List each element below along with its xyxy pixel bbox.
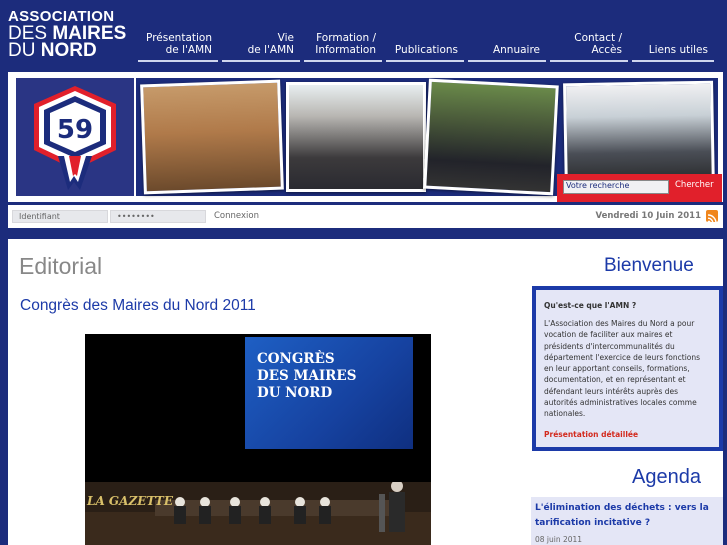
current-date: Vendredi 10 Juin 2011 [595,211,701,221]
search-input[interactable]: Votre recherche [563,180,669,194]
nav-annuaire[interactable]: Annuaire [468,28,546,62]
banner-photo-2 [286,82,426,192]
nav-vie-amn[interactable]: Vie de l'AMN [222,28,300,62]
main-nav: Présentation de l'AMN Vie de l'AMN Forma… [138,28,727,62]
rss-icon[interactable] [706,210,718,224]
site-header: ASSOCIATION DES MAIRES DU NORD Présentat… [0,0,727,72]
amn-info-box: Qu'est-ce que l'AMN ? L'Association des … [532,286,723,451]
emblem-number: 59 [57,115,93,145]
logo-line-3: DU NORD [8,40,97,61]
nav-liens-utiles[interactable]: Liens utiles [632,28,714,62]
amn-description: L'Association des Maires du Nord a pour … [544,319,701,419]
image-screen-text: CONGRÈS DES MAIRES DU NORD [257,351,357,401]
login-bar: Identifiant •••••••• Connexion Vendredi … [8,205,723,228]
search-button[interactable]: Chercher [675,180,714,190]
identifier-input[interactable]: Identifiant [12,210,108,223]
sidebar-heading-agenda: Agenda [632,466,701,488]
nav-publications[interactable]: Publications [386,28,464,62]
nav-contact[interactable]: Contact / Accès [550,28,628,62]
department-emblem: 59 [16,78,134,196]
nav-formation[interactable]: Formation / Information [304,28,382,62]
agenda-item-title[interactable]: L'élimination des déchets : vers la tari… [535,501,719,530]
presentation-detail-link[interactable]: Présentation détaillée [544,430,711,439]
site-logo[interactable]: ASSOCIATION DES MAIRES DU NORD [8,8,126,61]
image-projection-screen: CONGRÈS DES MAIRES DU NORD [245,337,413,449]
section-heading-editorial: Editorial [19,253,103,279]
password-input[interactable]: •••••••• [110,210,206,223]
banner-photo-3 [423,78,559,196]
agenda-item-date: 08 juin 2011 [535,535,583,544]
amn-question: Qu'est-ce que l'AMN ? [544,301,637,310]
nav-presentation[interactable]: Présentation de l'AMN [138,28,218,62]
image-sign-gazette: LA GAZETTE [87,494,173,508]
article-title[interactable]: Congrès des Maires du Nord 2011 [20,297,256,315]
agenda-item: L'élimination des déchets : vers la tari… [531,497,723,545]
login-button[interactable]: Connexion [214,211,259,221]
article-image[interactable]: CONGRÈS DES MAIRES DU NORD LA GAZETTE [85,334,431,545]
search-bar: Votre recherche Chercher [557,174,722,202]
banner-photo-1 [140,79,284,195]
image-stage [85,480,431,545]
sidebar-heading-bienvenue: Bienvenue [604,255,694,276]
